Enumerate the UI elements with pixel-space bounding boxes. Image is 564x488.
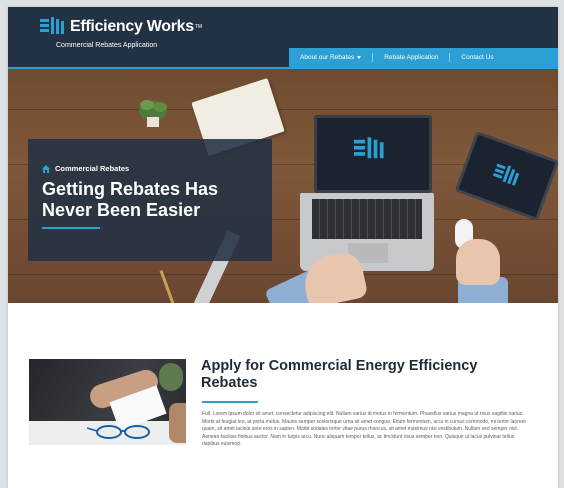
trademark-mark: TM [194,23,203,30]
wood-grain [8,109,558,110]
home-icon [42,164,50,173]
efficiency-works-logo-icon [40,17,64,34]
section-title: Apply for Commercial Energy Efficiency R… [201,358,478,391]
keyboard-image [312,199,422,239]
efficiency-works-logo-icon [354,137,384,159]
hand-image [456,239,500,285]
photo-plant [159,363,183,391]
hero-caption-box: Commercial Rebates Getting Rebates Has N… [28,139,272,261]
hero-title-underline [42,227,100,229]
glasses-image [87,425,150,439]
site-header: Efficiency Works TM Commercial Rebates A… [8,7,558,67]
nav-about-our-rebates[interactable]: About our Rebates [289,48,372,67]
hero-category-label: Commercial Rebates [55,164,130,173]
page-frame: Efficiency Works TM Commercial Rebates A… [8,7,558,488]
plant-image [139,100,167,127]
nav-rebate-application[interactable]: Rebate Application [373,48,449,67]
section-body-text: Full. Lorem ipsum dolor sit amet, consec… [202,411,526,447]
photo-cup [169,403,186,443]
hero-category[interactable]: Commercial Rebates [42,164,129,173]
brand-name: Efficiency Works [70,17,194,35]
nav-label: About our Rebates [300,54,355,61]
brand-subtitle: Commercial Rebates Application [56,42,158,49]
content-photo [29,359,186,445]
nav-contact-us[interactable]: Contact Us [450,48,504,67]
section-title-underline [202,401,258,403]
hero-banner: Commercial Rebates Getting Rebates Has N… [8,69,558,303]
nav-label: Rebate Application [384,54,439,61]
caret-down-icon [357,56,362,59]
nav-label: Contact Us [461,54,494,61]
hero-title: Getting Rebates Has Never Been Easier [42,179,219,220]
brand-logo[interactable]: Efficiency Works TM [40,17,202,36]
main-nav: About our Rebates Rebate Application Con… [289,48,558,67]
